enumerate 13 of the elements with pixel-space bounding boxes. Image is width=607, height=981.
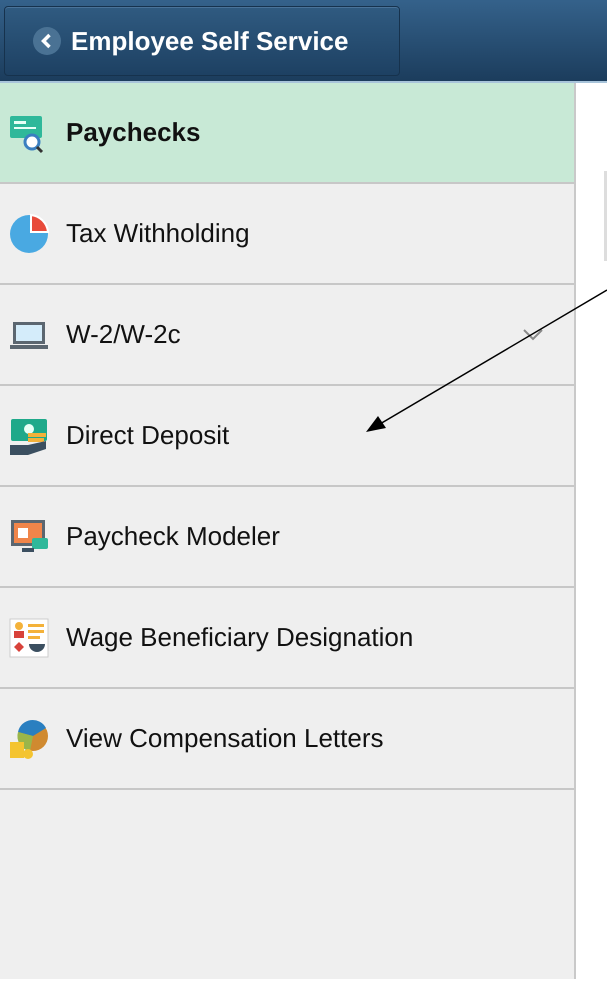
- sidebar-item[interactable]: View Compensation Letters: [0, 689, 574, 790]
- person-list-icon: [8, 616, 50, 658]
- sidebar-item[interactable]: W-2/W-2c: [0, 285, 574, 386]
- sidebar-item[interactable]: Tax Withholding: [0, 184, 574, 285]
- back-button[interactable]: Employee Self Service: [4, 6, 400, 76]
- chevron-down-icon[interactable]: [522, 328, 544, 342]
- back-chevron-icon: [33, 27, 61, 55]
- sidebar-item[interactable]: Paychecks: [0, 83, 574, 184]
- sidebar-item[interactable]: Wage Beneficiary Designation: [0, 588, 574, 689]
- sidebar-item[interactable]: Direct Deposit: [0, 386, 574, 487]
- pie-chart-icon: [8, 212, 50, 254]
- sidebar-item[interactable]: Paycheck Modeler: [0, 487, 574, 588]
- pie-coins-icon: [8, 718, 50, 760]
